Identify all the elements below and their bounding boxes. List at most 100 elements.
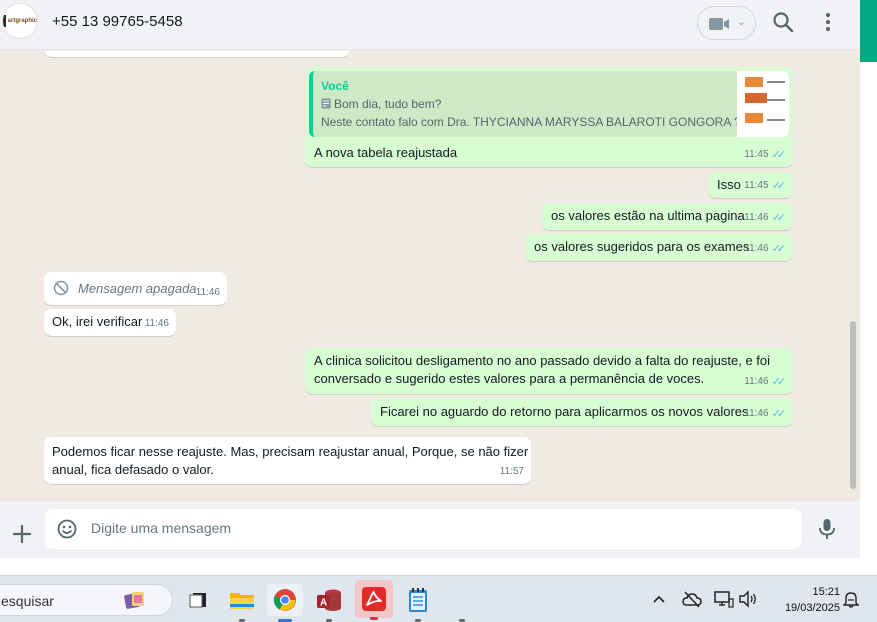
search-icon[interactable] — [771, 10, 795, 34]
message-meta: 11:46 — [145, 315, 169, 333]
clock-time: 15:21 — [812, 586, 840, 598]
message-text-line-1: A clinica solicitou desligamento no ano … — [314, 353, 771, 368]
message-text-line-1: Podemos ficar nesse reajuste. Mas, preci… — [52, 444, 529, 459]
message-composer: Digite uma mensagem — [0, 501, 860, 558]
message-bubble-incoming[interactable]: Mensagem apagada 11:46 — [44, 272, 227, 305]
window-edge — [860, 0, 877, 575]
cloud-offline-icon[interactable] — [682, 590, 702, 608]
message-text: Isso — [717, 177, 741, 192]
message-time: 11:57 — [499, 466, 524, 477]
read-receipt-icon: ✓✓ — [771, 408, 787, 420]
message-input-placeholder: Digite uma mensagem — [91, 520, 232, 536]
quote-line: Bom dia, tudo bem? — [321, 95, 441, 113]
file-explorer-button[interactable] — [224, 584, 260, 622]
taskbar-app-slot[interactable] — [444, 584, 480, 622]
avatar-logo-text: artgraphic — [7, 18, 37, 24]
read-receipt-icon: ✓✓ — [771, 149, 787, 161]
quote-line-text: Bom dia, tudo bem? — [334, 97, 442, 111]
access-icon: A — [317, 589, 341, 611]
message-text: os valores sugeridos para os exames — [534, 239, 750, 254]
message-meta: 11:45 ✓✓ — [744, 146, 786, 164]
quote-author: Você — [321, 79, 349, 93]
read-receipt-icon: ✓✓ — [771, 243, 787, 255]
message-time: 11:46 — [744, 243, 769, 254]
message-text: Ok, irei verificar — [52, 314, 143, 329]
read-receipt-icon: ✓✓ — [771, 376, 787, 388]
quote-line-2: Neste contato falo com Dra. THYCIANNA MA… — [321, 115, 751, 129]
message-time: 11:46 — [144, 318, 169, 329]
chat-header: artgraphic +55 13 99765-5458 ⌄ — [0, 0, 860, 50]
message-bubble-outgoing[interactable]: Isso 11:45 ✓✓ — [708, 172, 793, 198]
message-bubble-partial — [44, 51, 350, 57]
task-view-button[interactable] — [180, 584, 216, 616]
message-bubble-outgoing[interactable]: os valores sugeridos para os exames 11:4… — [525, 234, 793, 261]
message-time: 11:46 — [744, 408, 769, 419]
read-receipt-icon: ✓✓ — [771, 212, 787, 224]
chevron-down-icon: ⌄ — [737, 17, 746, 28]
notepad-button[interactable] — [400, 584, 436, 622]
message-meta: 11:46 ✓✓ — [744, 373, 786, 391]
message-time: 11:45 — [744, 180, 769, 191]
message-input[interactable]: Digite uma mensagem — [45, 509, 802, 549]
message-meta: 11:46 ✓✓ — [744, 240, 786, 258]
network-icon[interactable] — [714, 590, 734, 608]
microphone-icon[interactable] — [818, 518, 836, 540]
document-icon — [321, 98, 331, 109]
task-view-icon — [189, 593, 206, 608]
accent-strip — [860, 0, 877, 62]
search-highlight-icon — [124, 592, 144, 609]
windows-taskbar: esquisar A 15:21 19/03/2025 — [0, 575, 877, 622]
quoted-message[interactable]: Você Bom dia, tudo bem? Neste contato fa… — [309, 71, 789, 137]
chrome-icon — [273, 589, 296, 611]
message-text: Ficarei no aguardo do retorno para aplic… — [380, 404, 749, 419]
document-thumbnail — [737, 71, 789, 137]
message-text-line-2: conversado e sugerido estes valores para… — [314, 371, 705, 386]
acrobat-button[interactable] — [355, 580, 393, 620]
message-text: A nova tabela reajustada — [314, 145, 458, 160]
blocked-icon — [53, 280, 69, 296]
clock-date: 19/03/2025 — [784, 602, 840, 614]
message-time: 11:46 — [744, 212, 769, 223]
contact-avatar[interactable]: artgraphic — [2, 3, 38, 39]
video-call-button[interactable]: ⌄ — [697, 6, 756, 40]
message-bubble-outgoing[interactable]: os valores estão na ultima pagina 11:46 … — [542, 203, 793, 230]
notification-bell-icon[interactable] — [843, 590, 859, 608]
message-meta: 11:46 ✓✓ — [744, 405, 786, 423]
message-bubble-outgoing[interactable]: A clinica solicitou desligamento no ano … — [305, 348, 793, 394]
window-bottom — [0, 558, 860, 575]
active-indicator — [370, 617, 378, 620]
access-button[interactable]: A — [311, 584, 347, 622]
taskbar-search[interactable]: esquisar — [0, 584, 173, 616]
svg-text:A: A — [320, 598, 327, 609]
message-meta: 11:46 ✓✓ — [744, 209, 786, 227]
deleted-message-text: Mensagem apagada — [78, 281, 197, 296]
message-time: 11:46 — [195, 287, 220, 298]
logo-mark — [3, 15, 6, 27]
message-text: os valores estão na ultima pagina — [551, 208, 745, 223]
chevron-up-icon[interactable] — [652, 594, 666, 604]
message-bubble-incoming[interactable]: Ok, irei verificar 11:46 — [44, 309, 176, 336]
message-meta: 11:46 — [196, 284, 220, 302]
more-vertical-icon[interactable] — [818, 10, 838, 34]
message-bubble-outgoing[interactable]: Você Bom dia, tudo bem? Neste contato fa… — [305, 67, 793, 167]
plus-icon[interactable] — [13, 525, 31, 543]
scrollbar-thumb[interactable] — [850, 321, 856, 489]
contact-name[interactable]: +55 13 99765-5458 — [52, 13, 183, 30]
message-bubble-outgoing[interactable]: Ficarei no aguardo do retorno para aplic… — [371, 398, 793, 426]
chrome-button[interactable] — [267, 584, 303, 622]
video-camera-icon — [709, 18, 729, 30]
message-time: 11:45 — [744, 149, 769, 160]
read-receipt-icon: ✓✓ — [771, 180, 787, 192]
notepad-icon — [409, 588, 427, 612]
message-meta: 11:45 ✓✓ — [744, 177, 786, 195]
message-meta: 11:57 — [500, 463, 524, 481]
message-time: 11:46 — [744, 376, 769, 387]
emoji-icon[interactable] — [57, 519, 77, 539]
folder-icon — [230, 593, 254, 609]
taskbar-clock[interactable]: 15:21 19/03/2025 — [768, 584, 840, 616]
message-bubble-incoming[interactable]: Podemos ficar nesse reajuste. Mas, preci… — [44, 437, 531, 484]
message-list[interactable]: Você Bom dia, tudo bem? Neste contato fa… — [0, 51, 860, 501]
volume-icon[interactable] — [738, 590, 758, 608]
acrobat-icon — [362, 587, 386, 611]
message-text-line-2: anual, fica defasado o valor. — [52, 462, 214, 477]
